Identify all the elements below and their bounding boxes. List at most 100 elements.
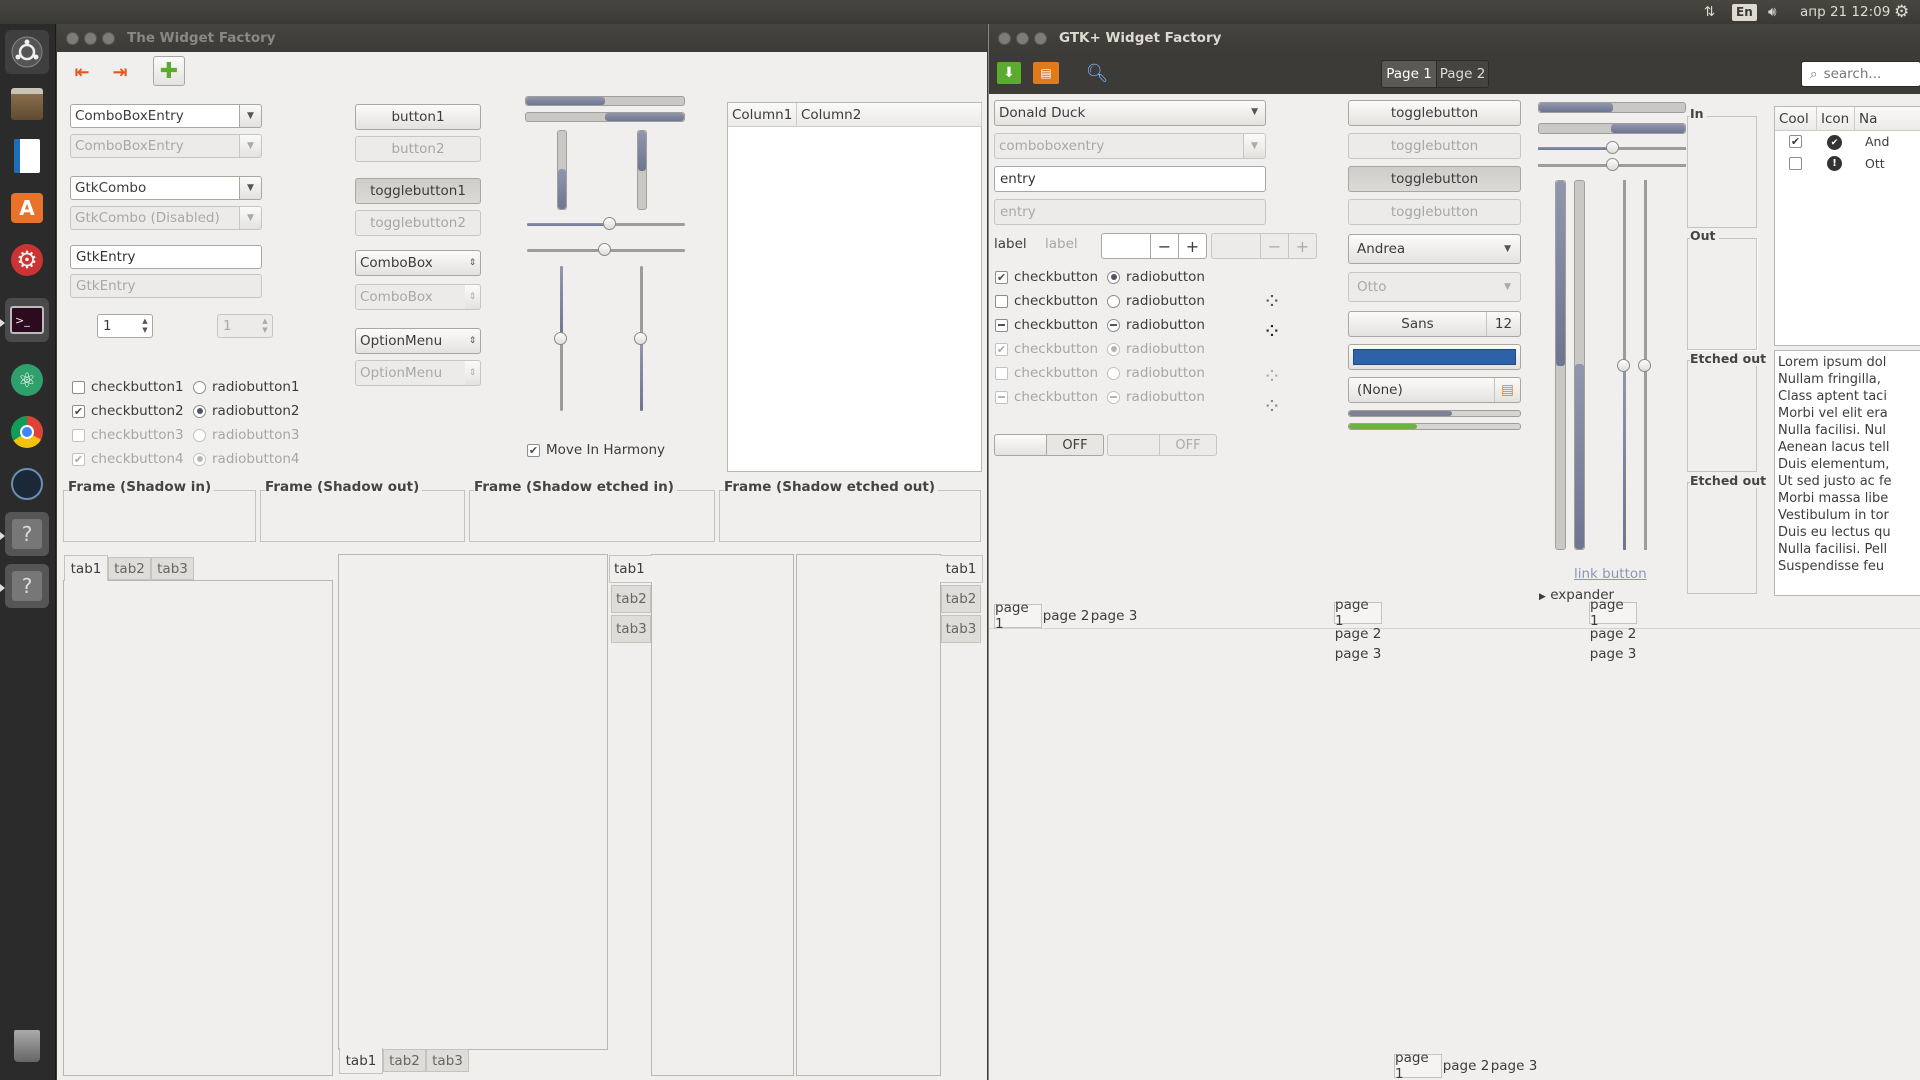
chrome-icon[interactable] <box>5 410 49 454</box>
slider-knob[interactable] <box>1638 359 1651 372</box>
checkbutton-inconsistent[interactable]: checkbutton <box>995 317 1098 333</box>
tree-view[interactable]: Cool Icon Na ✔ ✔ And ! Ott <box>1774 106 1920 346</box>
spin-arrows-icon[interactable]: ▲ ▼ <box>138 315 152 337</box>
notebook-top-tab3[interactable]: tab3 <box>151 557 194 580</box>
slider-knob[interactable] <box>603 217 616 230</box>
folder-open-icon[interactable]: ▤ <box>1033 62 1059 84</box>
vscale1[interactable] <box>1617 180 1630 550</box>
trash-icon[interactable] <box>5 1024 49 1068</box>
add-button[interactable]: ✚ <box>153 56 185 86</box>
icon-column-header[interactable]: Icon <box>1817 107 1855 131</box>
files-icon[interactable] <box>5 82 49 126</box>
link-button[interactable]: link button <box>1574 566 1647 582</box>
notebook-left-tab1[interactable]: tab1 <box>609 555 652 583</box>
close-button[interactable] <box>66 31 79 45</box>
stack-switcher-page2[interactable]: Page 2 <box>1437 60 1489 88</box>
cool-column-header[interactable]: Cool <box>1775 107 1817 131</box>
unknown-app-icon[interactable]: ? <box>5 512 49 556</box>
chevron-down-icon[interactable]: ▼ <box>239 176 262 200</box>
updown-icon[interactable]: ⇕ <box>465 250 481 276</box>
text-view[interactable]: Lorem ipsum dol Nullam fringilla, Class ap… <box>1774 350 1920 596</box>
slider-knob[interactable] <box>598 243 611 256</box>
slider-knob[interactable] <box>1617 359 1630 372</box>
switch-off[interactable]: OFF <box>994 434 1104 456</box>
notebook-right-tab1[interactable]: tab1 <box>940 555 983 583</box>
minimize-button[interactable] <box>84 31 97 45</box>
combobox-entry[interactable]: ComboBoxEntry ▼ <box>70 104 262 128</box>
hscale2[interactable] <box>527 243 685 256</box>
unknown-app-icon-2[interactable]: ? <box>5 564 49 608</box>
combo-andrea-label[interactable]: Andrea <box>1348 234 1521 264</box>
gtk-entry[interactable]: GtkEntry <box>70 245 262 269</box>
font-button[interactable]: Sans 12 <box>1348 311 1521 337</box>
volume-icon[interactable]: 🔊︎ <box>1768 0 1777 24</box>
notebook3-page2-tab[interactable]: page 2 <box>1589 624 1637 644</box>
network-icon[interactable]: ⇅ <box>1704 0 1715 24</box>
clock[interactable]: апр 21 12:09 <box>1800 0 1890 24</box>
notebook-bottom-tab2[interactable]: tab2 <box>383 1049 426 1072</box>
keyboard-layout-indicator[interactable]: En <box>1732 0 1757 24</box>
notebook2-page2-tab[interactable]: page 2 <box>1334 624 1382 644</box>
search-entry[interactable]: ⌕ search... <box>1801 61 1920 87</box>
download-icon[interactable]: ⬇ <box>997 62 1021 84</box>
hscale1[interactable] <box>1538 141 1686 154</box>
radiobutton-inconsistent[interactable]: radiobutton <box>1107 317 1205 333</box>
gtk-combo-text[interactable]: GtkCombo <box>70 176 239 200</box>
steam-icon[interactable] <box>5 462 49 506</box>
option-menu[interactable]: OptionMenu ⇕ <box>355 328 481 354</box>
notebook-right-tab3[interactable]: tab3 <box>941 615 981 643</box>
radiobutton2[interactable]: radiobutton2 <box>193 403 300 419</box>
radiobutton-unselected[interactable]: radiobutton <box>1107 293 1205 309</box>
slider-knob[interactable] <box>1606 141 1619 154</box>
notebook-left-tab3[interactable]: tab3 <box>611 615 651 643</box>
spin-button[interactable]: − + <box>1101 233 1207 259</box>
notebook4-page1-tab[interactable]: page 1 <box>1394 1050 1442 1080</box>
close-button[interactable] <box>998 31 1011 45</box>
checkbutton-checked[interactable]: ✔ checkbutton <box>995 269 1098 285</box>
name-column-header[interactable]: Na <box>1855 107 1920 131</box>
tree-row-name[interactable]: Ott <box>1865 156 1885 171</box>
togglebutton[interactable]: togglebutton <box>1348 100 1521 126</box>
hscale2[interactable] <box>1538 158 1686 171</box>
entry[interactable]: entry <box>994 166 1266 192</box>
hscale1[interactable] <box>527 217 685 230</box>
checkbutton1[interactable]: checkbutton1 <box>72 379 184 395</box>
notebook2-page1-tab[interactable]: page 1 <box>1334 597 1382 629</box>
gtk-combo[interactable]: GtkCombo ▼ <box>70 176 262 200</box>
radiobutton-selected[interactable]: radiobutton <box>1107 269 1205 285</box>
combobox-name-label[interactable]: Donald Duck <box>994 100 1266 126</box>
move-in-harmony-check[interactable]: ✔ Move In Harmony <box>527 442 665 458</box>
radiobutton1[interactable]: radiobutton1 <box>193 379 300 395</box>
stack-switcher-page1[interactable]: Page 1 <box>1381 60 1437 88</box>
go-last-icon[interactable]: ⇥ <box>107 60 133 84</box>
spin-value[interactable]: 1 <box>98 315 138 337</box>
checkbutton2[interactable]: ✔ checkbutton2 <box>72 403 184 419</box>
writer-icon[interactable] <box>5 134 49 178</box>
tree-view[interactable]: Column1 Column2 <box>727 102 982 472</box>
minus-icon[interactable]: − <box>1150 234 1178 258</box>
slider-knob[interactable] <box>554 332 567 345</box>
vscale1[interactable] <box>554 266 567 411</box>
slider-knob[interactable] <box>1606 158 1619 171</box>
switch-knob[interactable] <box>995 435 1047 455</box>
togglebutton-active[interactable]: togglebutton <box>1348 166 1521 192</box>
option-menu-label[interactable]: OptionMenu <box>355 328 465 354</box>
updown-icon[interactable]: ⇕ <box>465 328 481 354</box>
combobox-entry-text[interactable]: ComboBoxEntry <box>70 104 239 128</box>
chevron-down-icon[interactable]: ▼ <box>239 104 262 128</box>
checkbox-icon[interactable] <box>1789 157 1802 170</box>
plus-icon[interactable]: + <box>1178 234 1206 258</box>
vscale2[interactable] <box>634 266 647 411</box>
notebook-right-tab2[interactable]: tab2 <box>941 585 981 613</box>
notebook-page2-tab[interactable]: page 2 <box>1042 604 1090 628</box>
spin-button[interactable]: 1 ▲ ▼ <box>97 314 153 338</box>
button1[interactable]: button1 <box>355 104 481 130</box>
notebook2-page3-tab[interactable]: page 3 <box>1334 644 1382 664</box>
togglebutton1[interactable]: togglebutton1 <box>355 178 481 204</box>
notebook-bottom-tab3[interactable]: tab3 <box>426 1049 469 1072</box>
search-icon[interactable]: 🔍︎ <box>1085 61 1109 85</box>
ubuntu-logo-icon[interactable] <box>5 30 49 74</box>
go-first-icon[interactable]: ⇤ <box>69 60 95 84</box>
terminal-icon[interactable]: >_ <box>5 298 49 342</box>
system-settings-icon[interactable]: ⚙ <box>5 238 49 282</box>
